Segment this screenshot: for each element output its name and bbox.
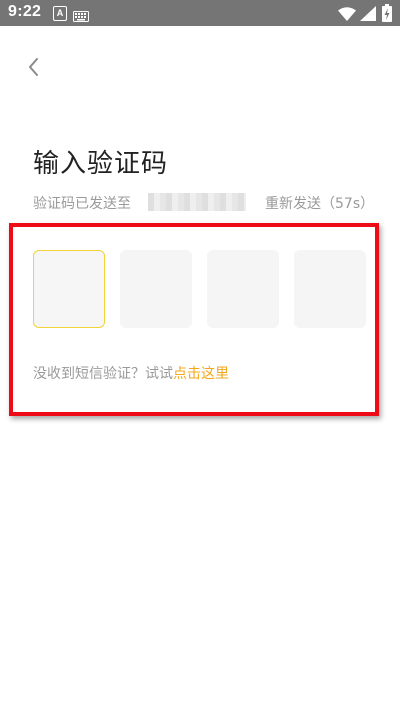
help-link[interactable]: 点击这里 xyxy=(173,366,229,382)
status-bar: 9:22 A xyxy=(0,0,400,26)
masked-phone-number xyxy=(148,193,246,211)
resend-button[interactable]: 重新发送（57s） xyxy=(265,193,374,213)
signal-icon xyxy=(360,6,376,25)
help-text: 没收到短信验证？试试 xyxy=(33,366,173,382)
page-title: 输入验证码 xyxy=(33,149,169,179)
help-row: 没收到短信验证？试试点击这里 xyxy=(33,363,229,383)
code-input-1[interactable] xyxy=(33,250,105,328)
keyboard-icon xyxy=(73,7,89,26)
chevron-left-icon xyxy=(29,58,38,76)
back-button[interactable] xyxy=(20,52,50,82)
code-input-4[interactable] xyxy=(294,250,366,328)
wifi-icon xyxy=(338,6,356,25)
sent-label: 验证码已发送至 xyxy=(33,196,131,212)
code-input-3[interactable] xyxy=(207,250,279,328)
code-input-2[interactable] xyxy=(120,250,192,328)
battery-charging-icon xyxy=(382,4,392,26)
status-time: 9:22 xyxy=(8,3,42,20)
code-input-group xyxy=(33,250,368,329)
notification-a-icon: A xyxy=(53,6,67,21)
